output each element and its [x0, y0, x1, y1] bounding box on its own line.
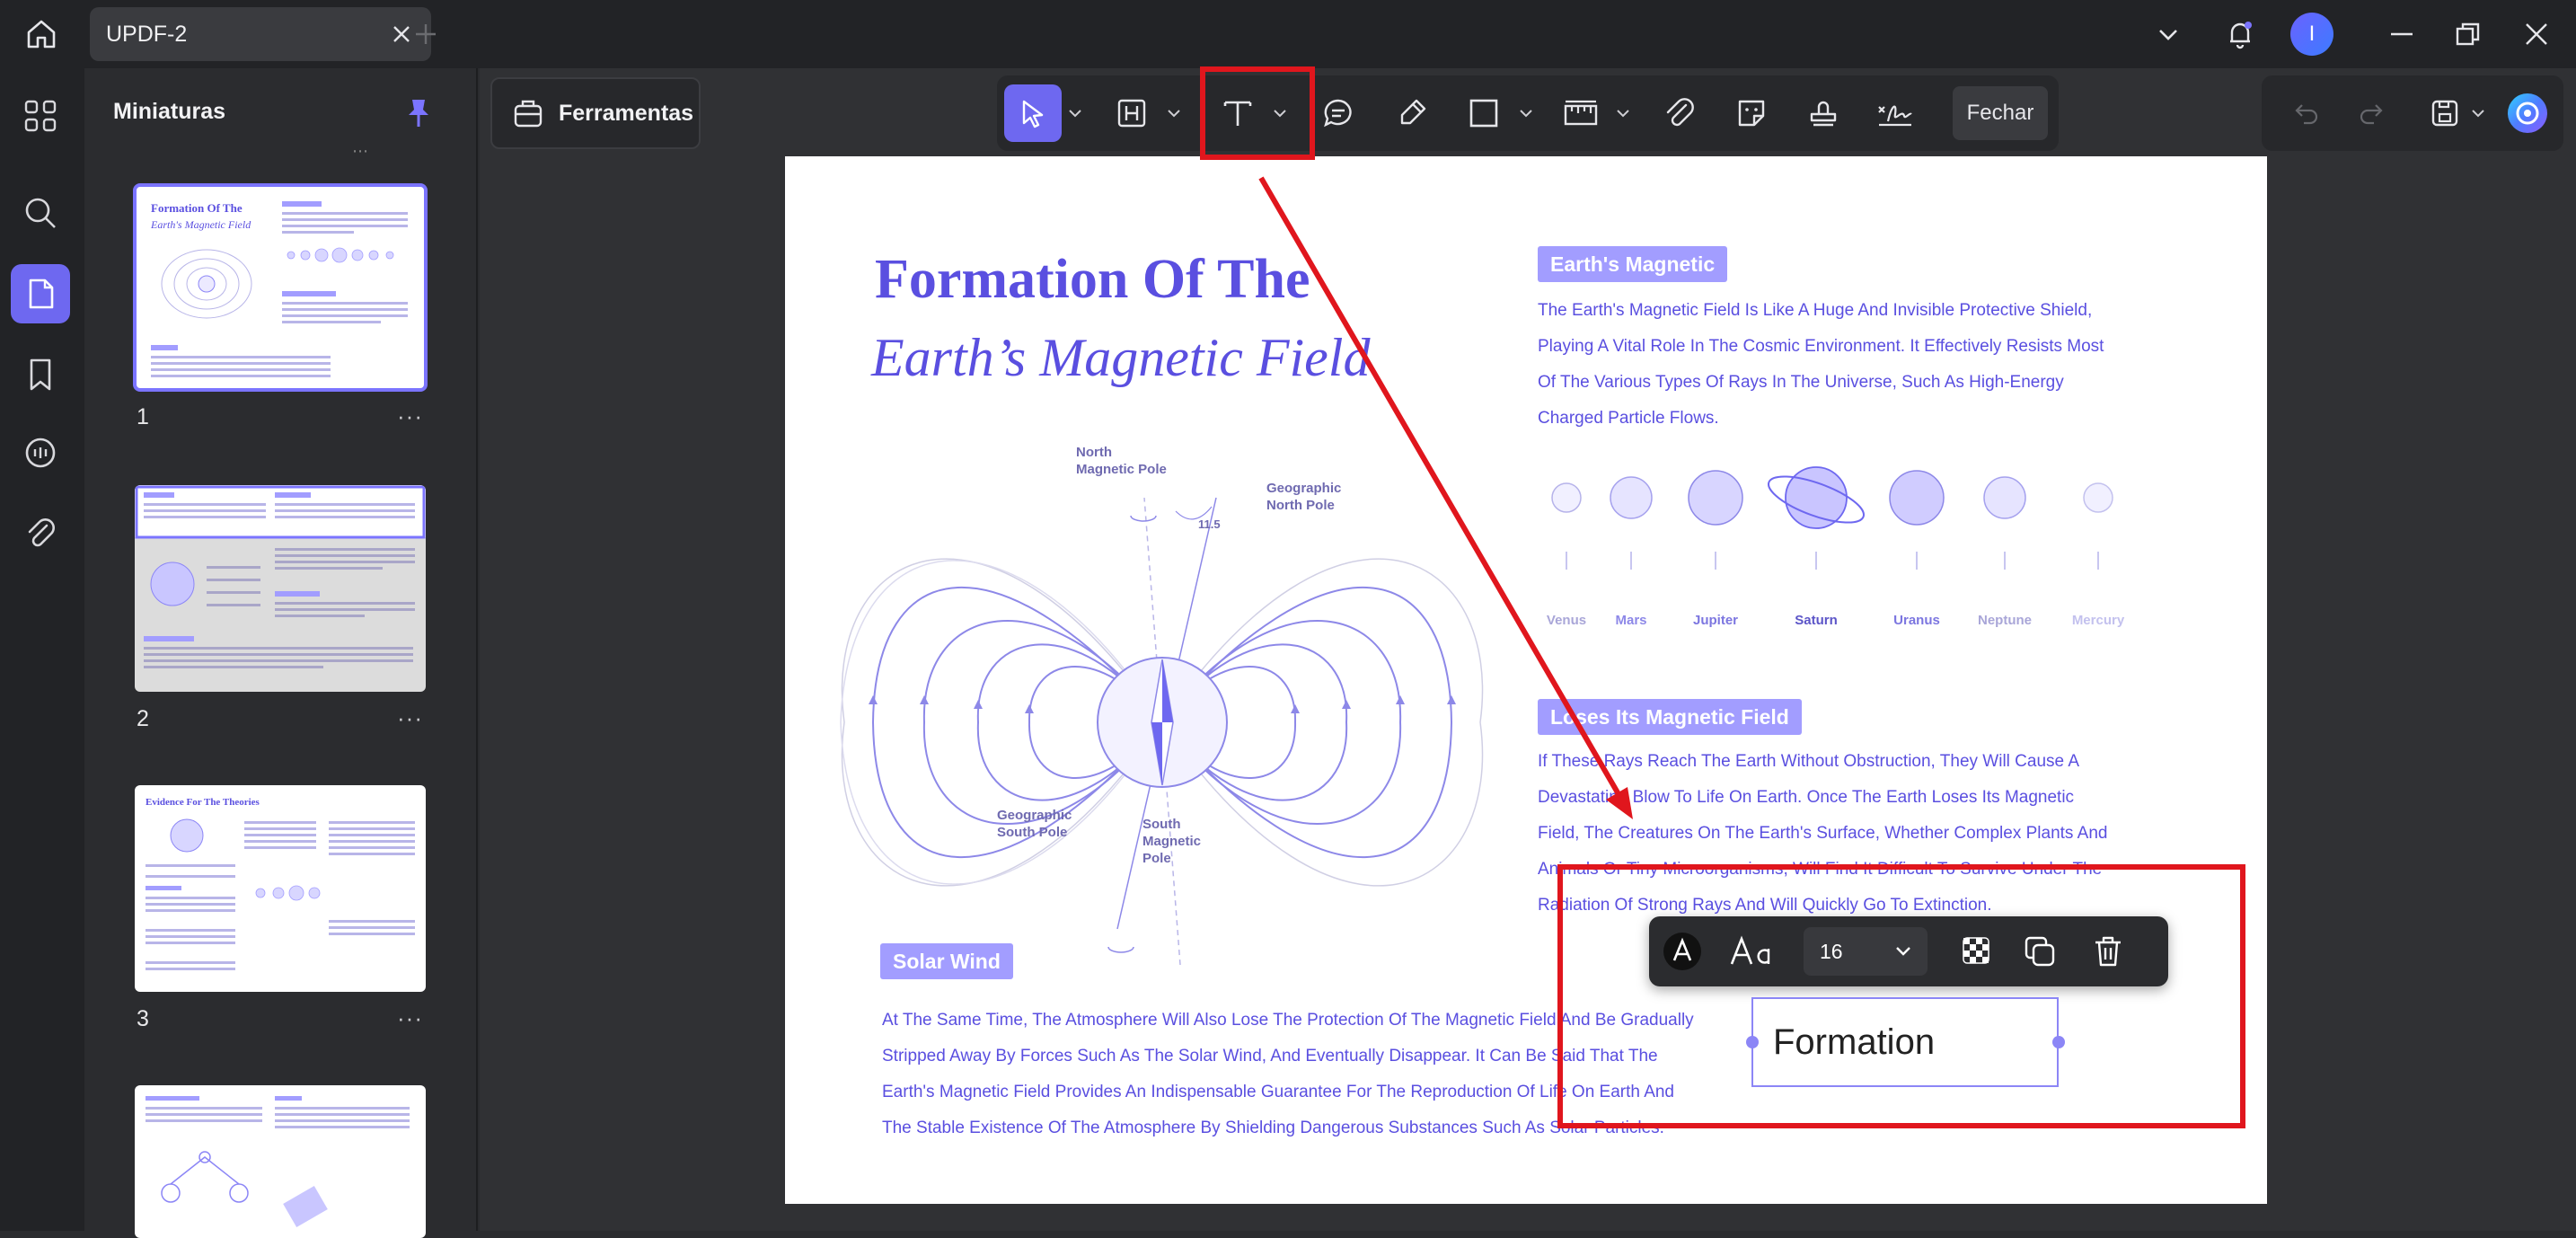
annotation-arrow: [1258, 176, 1633, 819]
